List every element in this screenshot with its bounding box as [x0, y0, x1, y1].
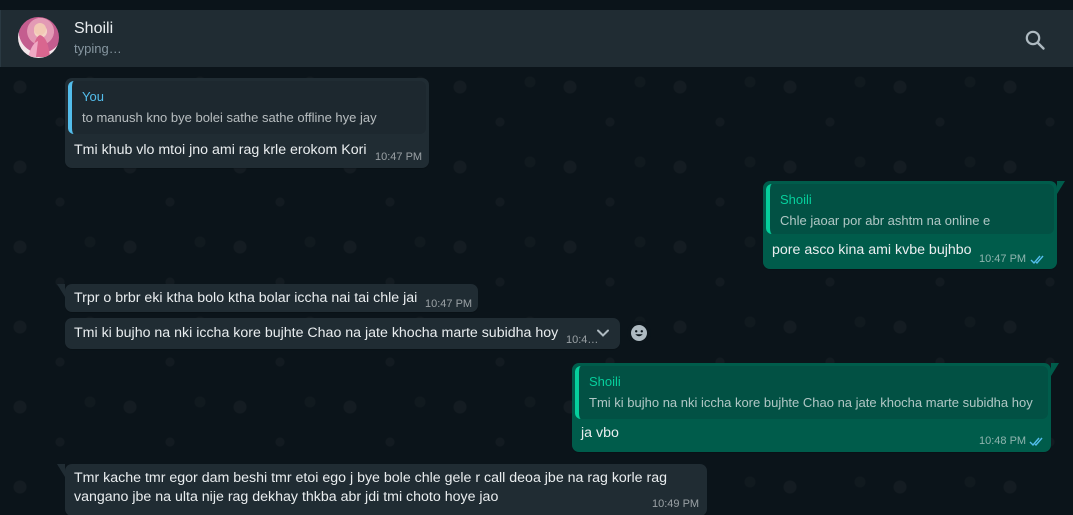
quote-text: to manush kno bye bolei sathe sathe offl… — [82, 110, 377, 125]
message-bubble-incoming[interactable]: You to manush kno bye bolei sathe sathe … — [65, 78, 429, 168]
message-text: Tmi khub vlo mtoi jno ami rag krle eroko… — [74, 142, 367, 158]
message-time: 10:47 PM — [979, 253, 1027, 265]
message-text-line: vangano jbe na ulta nije rag dekhay thkb… — [74, 489, 499, 505]
message-bubble-incoming[interactable]: Tmi ki bujho na nki iccha kore bujhte Ch… — [65, 318, 620, 349]
emoji-icon[interactable] — [627, 321, 651, 345]
chevron-down-icon[interactable] — [593, 323, 613, 343]
message-time: 10:47 PM — [425, 298, 473, 310]
quote-author: Shoili — [780, 192, 812, 207]
quote-text: Chle jaoar por abr ashtm na online e — [780, 213, 991, 228]
contact-name[interactable]: Shoili — [74, 20, 113, 38]
message-text: Tmi ki bujho na nki iccha kore bujhte Ch… — [74, 325, 559, 341]
quote-author: Shoili — [589, 374, 621, 389]
quote-text: Tmi ki bujho na nki iccha kore bujhte Ch… — [589, 395, 1033, 410]
message-text: pore asco kina ami kvbe bujhbo — [772, 242, 972, 258]
bubble-tail — [1057, 181, 1065, 194]
message-time: 10:48 PM — [979, 435, 1027, 447]
message-time: 10:47 PM — [375, 151, 423, 163]
typing-status: typing… — [74, 41, 122, 56]
message-list[interactable]: You to manush kno bye bolei sathe sathe … — [0, 67, 1073, 515]
quoted-message[interactable]: Shoili Tmi ki bujho na nki iccha kore bu… — [575, 366, 1048, 419]
avatar-photo — [28, 23, 50, 57]
chat-header[interactable]: Shoili typing… — [0, 10, 1073, 67]
message-bubble-incoming[interactable]: Tmr kache tmr egor dam beshi tmr etoi eg… — [57, 464, 707, 515]
contact-avatar[interactable] — [18, 17, 59, 58]
message-bubble-incoming[interactable]: Trpr o brbr eki ktha bolo ktha bolar icc… — [57, 284, 478, 312]
search-icon[interactable] — [1023, 28, 1047, 52]
message-time: 10:49 PM — [652, 498, 700, 510]
quoted-message[interactable]: You to manush kno bye bolei sathe sathe … — [68, 81, 426, 134]
message-text: Trpr o brbr eki ktha bolo ktha bolar icc… — [74, 290, 418, 306]
quote-author: You — [82, 89, 104, 104]
bubble-tail — [57, 284, 65, 297]
quoted-message[interactable]: Shoili Chle jaoar por abr ashtm na onlin… — [766, 184, 1054, 234]
message-bubble-outgoing[interactable]: Shoili Tmi ki bujho na nki iccha kore bu… — [572, 363, 1059, 452]
message-bubble-outgoing[interactable]: Shoili Chle jaoar por abr ashtm na onlin… — [763, 181, 1065, 269]
window-top-strip — [0, 0, 1073, 10]
bubble-tail — [1051, 363, 1059, 376]
message-text: ja vbo — [581, 425, 619, 441]
double-check-icon — [1030, 255, 1044, 265]
message-text-line: Tmr kache tmr egor dam beshi tmr etoi eg… — [74, 470, 668, 486]
double-check-icon — [1029, 437, 1043, 447]
bubble-tail — [57, 464, 65, 477]
